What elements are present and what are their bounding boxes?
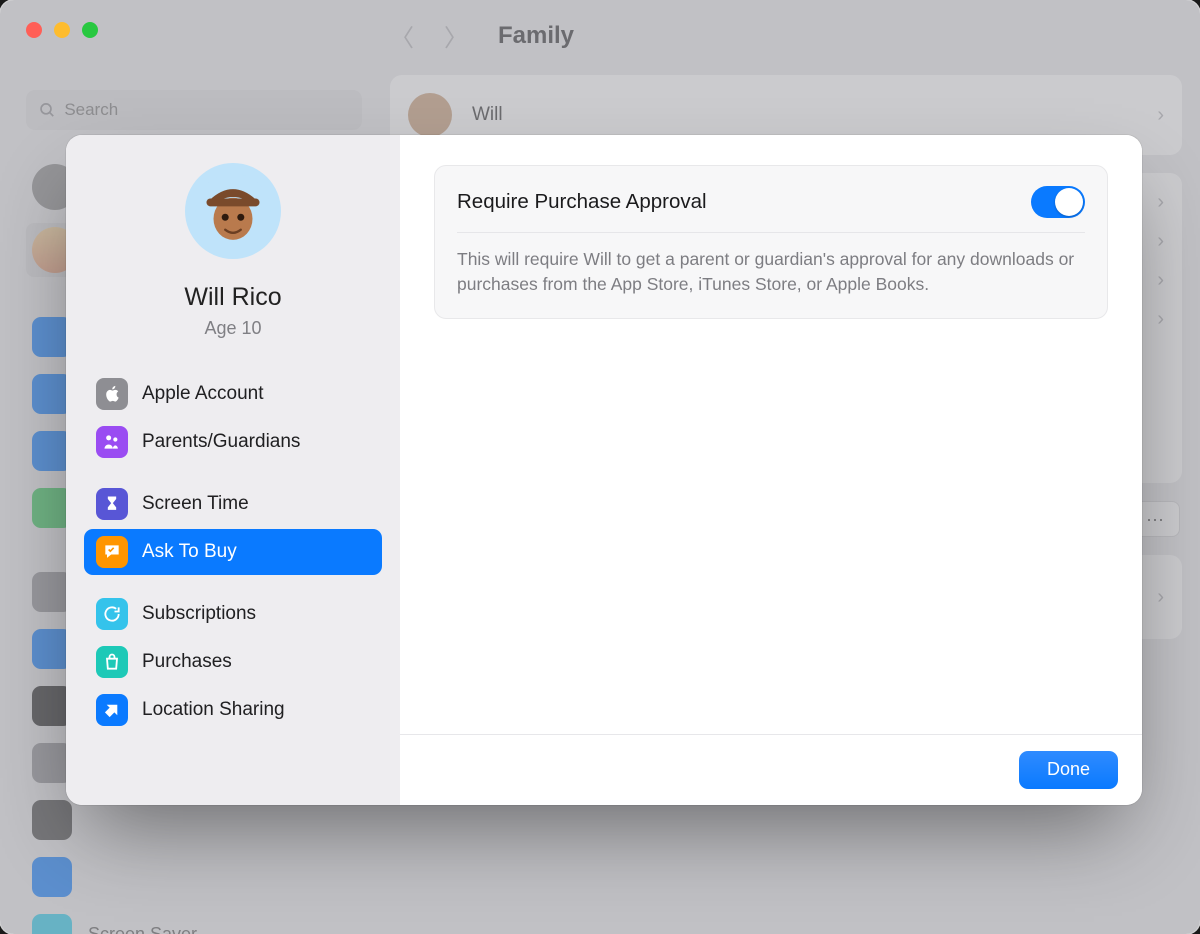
ask-to-buy-dialog: Will Rico Age 10 Apple Account Parents/Gu… [66, 135, 1142, 805]
sidebar-item-purchases[interactable]: Purchases [84, 639, 382, 685]
zoom-window-button[interactable] [82, 22, 98, 38]
sidebar-item-label: Ask To Buy [142, 541, 237, 563]
sidebar-item-ask-to-buy[interactable]: Ask To Buy [84, 529, 382, 575]
family-icon [96, 426, 128, 458]
sidebar-item-label: Screen Time [142, 493, 249, 515]
sidebar-item-location-sharing[interactable]: Location Sharing [84, 687, 382, 733]
minimize-window-button[interactable] [54, 22, 70, 38]
purchase-approval-toggle[interactable] [1031, 186, 1085, 218]
member-avatar [185, 163, 281, 259]
apple-icon [96, 378, 128, 410]
sidebar-item-label: Purchases [142, 651, 232, 673]
member-name: Will Rico [184, 283, 281, 312]
traffic-lights [26, 22, 98, 38]
sidebar-item-label: Apple Account [142, 383, 263, 405]
sidebar-item-label: Location Sharing [142, 699, 285, 721]
done-button[interactable]: Done [1019, 751, 1118, 789]
close-window-button[interactable] [26, 22, 42, 38]
arrow-icon [96, 694, 128, 726]
sidebar-item-parents-guardians[interactable]: Parents/Guardians [84, 419, 382, 465]
chat-icon [96, 536, 128, 568]
member-age: Age 10 [204, 318, 261, 339]
sidebar-item-label: Subscriptions [142, 603, 256, 625]
sidebar-item-label: Parents/Guardians [142, 431, 300, 453]
card-title: Require Purchase Approval [457, 190, 707, 214]
bag-icon [96, 646, 128, 678]
card-description: This will require Will to get a parent o… [457, 233, 1085, 298]
sidebar-item-apple-account[interactable]: Apple Account [84, 371, 382, 417]
hourglass-icon [96, 488, 128, 520]
sidebar-item-screen-time[interactable]: Screen Time [84, 481, 382, 527]
dialog-main: Require Purchase Approval This will requ… [400, 135, 1142, 805]
purchase-approval-card: Require Purchase Approval This will requ… [434, 165, 1108, 319]
sidebar-item-subscriptions[interactable]: Subscriptions [84, 591, 382, 637]
dialog-sidebar: Will Rico Age 10 Apple Account Parents/Gu… [66, 135, 400, 805]
refresh-icon [96, 598, 128, 630]
